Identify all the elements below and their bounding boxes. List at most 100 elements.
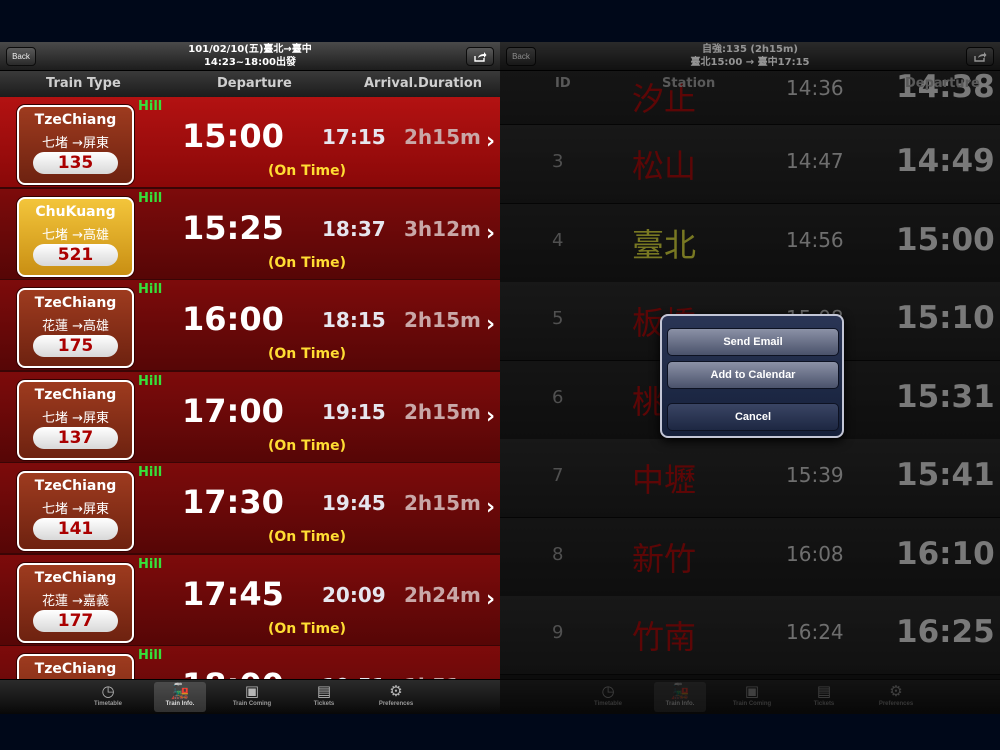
share-button[interactable] (466, 47, 494, 66)
line-tag: Hill (138, 99, 163, 114)
back-button[interactable]: Back (6, 47, 36, 66)
train-row[interactable]: TzeChiang 七堵 →屏東 141 Hill 17:30 19:45 2h15m (On… (0, 463, 500, 555)
tab-label: Timetable (94, 701, 122, 707)
trip-duration: 2h15m (404, 308, 481, 332)
arrival-time: 18:37 (322, 216, 386, 241)
train-type: TzeChiang (34, 295, 117, 311)
train-list-screen: Back 101/02/10(五)臺北→臺中 14:23~18:00出發 Tra… (0, 42, 500, 714)
train-type-badge: TzeChiang 七堵 →屏東 141 (17, 471, 134, 551)
train-type: TzeChiang (34, 386, 117, 403)
tab-label: Preferences (378, 701, 414, 707)
trip-duration: 2h15m (404, 399, 481, 424)
col-train-type: Train Type (46, 76, 121, 91)
arrival-time: 20:09 (322, 582, 386, 607)
col-arrival-duration: Arrival.Duration (364, 76, 483, 91)
chevron-right-icon: › (486, 403, 496, 429)
trip-duration: 3h12m (404, 216, 481, 241)
train-type-badge: ChuKuang 七堵 →高雄 521 (17, 196, 134, 277)
train-route: 七堵 →屏東 (41, 502, 110, 517)
cancel-button[interactable]: Cancel (667, 403, 839, 431)
train-number: 177 (33, 609, 118, 632)
chevron-right-icon: › (486, 312, 496, 337)
tab-train-coming[interactable]: ▣ Train Coming (226, 682, 278, 712)
train-status: (On Time) (268, 437, 346, 454)
train-row[interactable]: TzeChiang 七堵 →屏東 137 Hill 17:00 19:15 2h15m (On… (0, 371, 500, 464)
column-header: Train Type Departure Arrival.Duration (0, 71, 500, 97)
train-type: TzeChiang (34, 478, 117, 494)
tab-tickets[interactable]: ▤ Tickets (298, 682, 350, 712)
train-number: 135 (33, 152, 118, 174)
departure-time: 15:00 (182, 117, 284, 155)
line-tag: Hill (138, 556, 163, 572)
train-row[interactable]: TzeChiang 七堵 →屏東 135 Hill 15:00 17:15 2h15m (On… (0, 97, 500, 189)
train-type-badge: TzeChiang 七堵 →屏東 135 (17, 105, 134, 185)
arrival-time: 18:15 (322, 308, 386, 332)
nav-title-line2: 14:23~18:00出發 (203, 57, 297, 68)
train-type: TzeChiang (34, 661, 117, 677)
chevron-right-icon: › (486, 495, 496, 520)
train-number: 141 (33, 518, 118, 540)
train-type: TzeChiang (34, 112, 117, 128)
train-front-icon: ▣ (244, 682, 260, 700)
train-number: 175 (33, 335, 118, 357)
tab-preferences[interactable]: ⚙ Preferences (370, 682, 422, 712)
departure-time: 15:25 (182, 208, 284, 247)
ticket-icon: ▤ (316, 682, 332, 700)
tab-train-info[interactable]: 🚂 Train Info. (154, 682, 206, 712)
line-tag: Hill (138, 648, 163, 663)
trip-duration: 2h24m (404, 582, 481, 607)
action-sheet: Send Email Add to Calendar Cancel (660, 314, 844, 438)
train-type: ChuKuang (35, 203, 116, 220)
train-row[interactable]: TzeChiang 花蓮 →高雄 175 Hill 16:00 18:15 2h15m (On… (0, 280, 500, 372)
train-status: (On Time) (268, 346, 346, 362)
train-route: 花蓮 →嘉義 (41, 593, 110, 609)
line-tag: Hill (138, 282, 163, 297)
train-type-badge: TzeChiang 花蓮 →高雄 175 (17, 288, 134, 368)
train-number: 521 (33, 243, 118, 266)
train-number: 137 (33, 426, 118, 449)
train-type: TzeChiang (34, 569, 117, 586)
train-icon: 🚂 (170, 682, 190, 700)
train-row[interactable]: TzeChiang 花蓮 →嘉義 177 Hill 17:45 20:09 2h24m (On… (0, 554, 500, 647)
send-email-button[interactable]: Send Email (667, 328, 839, 356)
tab-timetable[interactable]: ◷ Timetable (82, 682, 134, 712)
gear-icon: ⚙ (389, 682, 403, 700)
train-row[interactable]: ChuKuang 七堵 →高雄 521 Hill 15:25 18:37 3h12m (On … (0, 188, 500, 281)
train-type-badge: TzeChiang 七堵 →屏東 137 (17, 379, 134, 460)
train-route: 花蓮 →高雄 (41, 319, 110, 334)
arrival-time: 17:15 (322, 125, 386, 149)
share-icon (474, 52, 487, 62)
departure-time: 17:45 (182, 574, 284, 613)
train-route: 七堵 →高雄 (41, 227, 110, 243)
train-status: (On Time) (268, 620, 346, 637)
train-route: 七堵 →屏東 (41, 410, 110, 426)
tab-label: Tickets (313, 701, 335, 707)
tab-label: Train Info. (165, 701, 195, 707)
arrival-time: 19:45 (322, 491, 386, 515)
line-tag: Hill (138, 373, 163, 389)
arrival-time: 19:15 (322, 399, 386, 424)
col-departure: Departure (217, 76, 292, 91)
departure-time: 17:00 (182, 391, 284, 430)
nav-bar: Back 101/02/10(五)臺北→臺中 14:23~18:00出發 (0, 42, 500, 71)
line-tag: Hill (138, 465, 163, 480)
add-to-calendar-button[interactable]: Add to Calendar (667, 361, 839, 389)
tab-label: Train Coming (232, 701, 272, 707)
trip-duration: 2h15m (404, 125, 481, 149)
trip-duration: 2h15m (404, 491, 481, 515)
line-tag: Hill (138, 190, 163, 206)
departure-time: 16:00 (182, 300, 284, 338)
chevron-right-icon: › (486, 586, 496, 612)
nav-title-line1: 101/02/10(五)臺北→臺中 (188, 44, 312, 55)
tab-bar: ◷ Timetable 🚂 Train Info. ▣ Train Coming ▤ Tick… (0, 679, 500, 714)
stop-list-screen: Back 自強:135 (2h15m) 臺北15:00 → 臺中17:15 汐止… (500, 42, 1000, 714)
train-route: 七堵 →屏東 (41, 136, 110, 151)
chevron-right-icon: › (486, 220, 496, 246)
departure-time: 17:30 (182, 483, 284, 521)
train-status: (On Time) (268, 163, 346, 179)
train-status: (On Time) (268, 529, 346, 545)
train-type-badge: TzeChiang 花蓮 →嘉義 177 (17, 562, 134, 643)
chevron-right-icon: › (486, 129, 496, 154)
clock-icon: ◷ (101, 682, 115, 700)
train-status: (On Time) (268, 254, 346, 271)
